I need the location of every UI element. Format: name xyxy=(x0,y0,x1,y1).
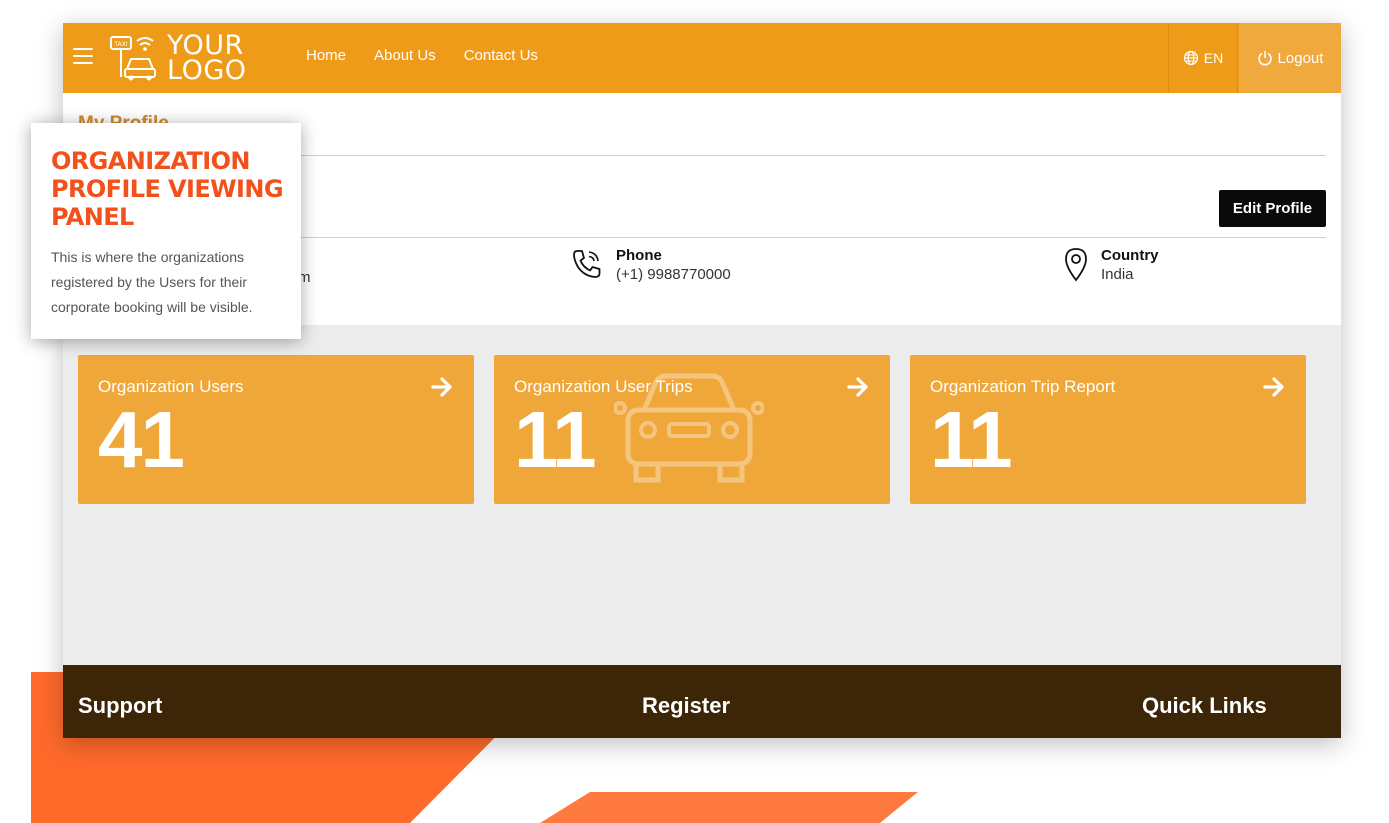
country-label: Country xyxy=(1101,247,1159,264)
site-footer: Support Register Quick Links xyxy=(63,665,1341,738)
main-nav: Home About Us Contact Us xyxy=(306,47,538,64)
footer-heading-support: Support xyxy=(78,693,163,718)
card-organization-trip-report[interactable]: Organization Trip Report 11 xyxy=(910,355,1306,504)
orange-shape-bottom xyxy=(540,792,918,823)
nav-link-home[interactable]: Home xyxy=(306,47,346,64)
card-title: Organization Users xyxy=(98,377,244,396)
phone-text: Phone (+1) 9988770000 xyxy=(616,247,731,283)
language-label: EN xyxy=(1203,50,1224,66)
callout-title: ORGANIZATION PROFILE VIEWING PANEL xyxy=(51,147,284,231)
logout-button[interactable]: Logout xyxy=(1239,23,1341,93)
card-organization-users[interactable]: Organization Users 41 xyxy=(78,355,474,504)
top-navbar: TAXI YOUR LOGO Home About Us Contact Us … xyxy=(63,23,1341,93)
brand-logo[interactable]: TAXI YOUR LOGO xyxy=(107,29,267,85)
card-count: 41 xyxy=(98,395,185,484)
logo-text: YOUR LOGO xyxy=(167,32,247,86)
feature-callout-card: ORGANIZATION PROFILE VIEWING PANEL This … xyxy=(31,123,301,339)
screenshot-stage: TAXI YOUR LOGO Home About Us Contact Us … xyxy=(0,0,1389,823)
location-pin-icon xyxy=(1065,248,1087,282)
card-count: 11 xyxy=(930,395,1013,484)
phone-value: (+1) 9988770000 xyxy=(616,266,731,283)
card-organization-user-trips[interactable]: Organization User Trips 11 xyxy=(494,355,890,504)
nav-link-contact-us[interactable]: Contact Us xyxy=(464,47,538,64)
phone-label: Phone xyxy=(616,247,662,264)
language-selector[interactable]: EN xyxy=(1168,23,1238,93)
country-text: Country India xyxy=(1101,247,1159,283)
card-count: 11 xyxy=(514,395,597,484)
footer-heading-register: Register xyxy=(642,693,731,718)
card-title: Organization User Trips xyxy=(514,377,693,396)
edit-profile-button[interactable]: Edit Profile xyxy=(1219,190,1326,227)
card-title: Organization Trip Report xyxy=(930,377,1116,396)
country-value: India xyxy=(1101,266,1134,283)
footer-heading-quick-links: Quick Links xyxy=(1142,693,1267,718)
hamburger-menu-icon[interactable] xyxy=(73,48,93,66)
phone-icon xyxy=(573,250,601,278)
logo-badge-text: TAXI xyxy=(113,41,127,48)
logo-text-bottom: LOGO xyxy=(167,55,247,86)
arrow-right-icon[interactable] xyxy=(430,375,454,399)
taxi-logo-icon: TAXI xyxy=(110,36,156,81)
stats-cards: Organization Users 41 Organization User … xyxy=(78,355,1306,504)
arrow-right-icon[interactable] xyxy=(846,375,870,399)
callout-description: This is where the organizations register… xyxy=(51,249,253,315)
country-info: Country India xyxy=(1063,247,1159,283)
nav-link-about-us[interactable]: About Us xyxy=(374,47,436,64)
phone-info: Phone (+1) 9988770000 xyxy=(570,247,731,283)
logout-label: Logout xyxy=(1277,49,1324,67)
arrow-right-icon[interactable] xyxy=(1262,375,1286,399)
globe-icon xyxy=(1183,50,1198,66)
power-icon xyxy=(1257,51,1272,66)
